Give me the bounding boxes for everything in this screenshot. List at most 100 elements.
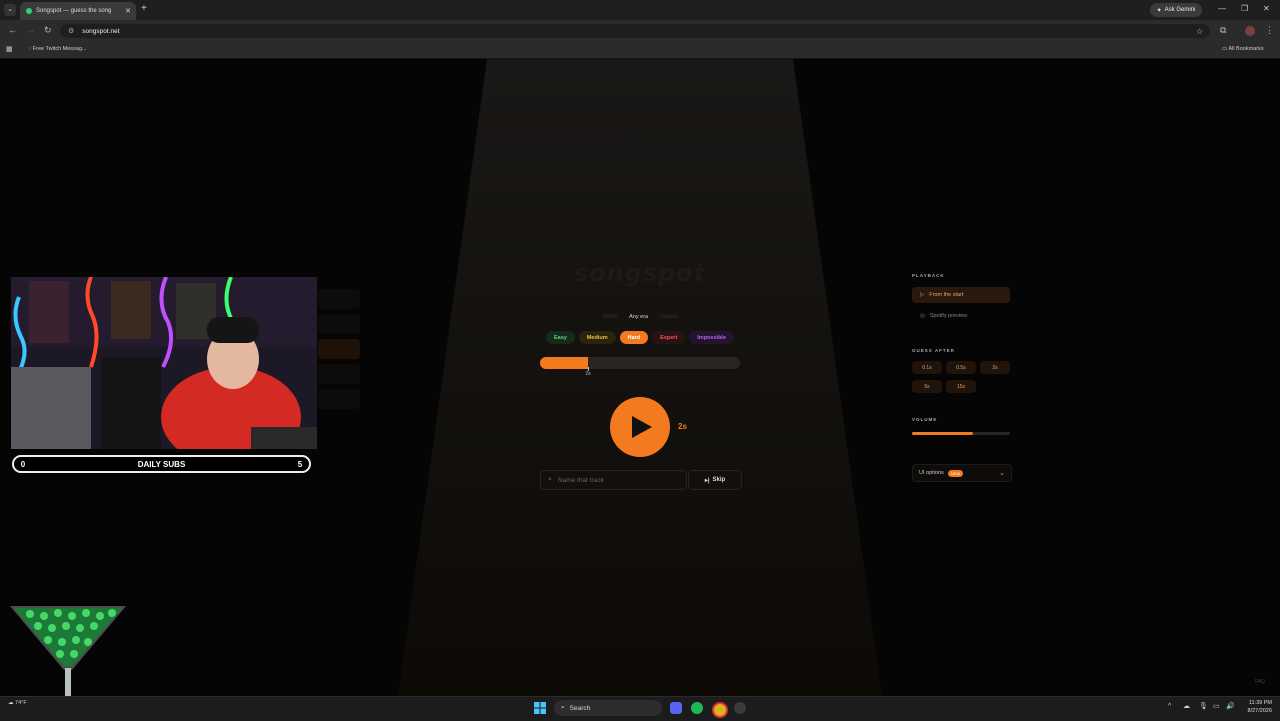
taskbar-search-label: Search (569, 704, 591, 712)
weather-temp: 74°F (15, 700, 27, 706)
faq-link[interactable]: FAQ (1255, 679, 1265, 685)
onedrive-icon[interactable]: ☁ (1183, 702, 1190, 710)
guess-after-option[interactable]: 2s (980, 361, 1010, 374)
era-option[interactable]: Any era (629, 314, 648, 320)
ask-gemini-button[interactable]: ✦ Ask Gemini (1150, 3, 1202, 17)
spotify-icon: ◎ (920, 313, 925, 319)
search-icon: ⌕ (561, 704, 565, 711)
left-panel-item (318, 289, 360, 309)
volume-fill (912, 432, 973, 435)
snippet-progress-bar (540, 357, 740, 369)
snippet-progress-fill (540, 357, 588, 369)
search-icon: ⌕ (548, 476, 552, 483)
webcam-feed (11, 277, 317, 449)
back-icon[interactable]: ← (8, 25, 17, 35)
forward-icon[interactable]: → (26, 25, 35, 35)
network-icon[interactable]: ▭ (1213, 702, 1220, 710)
volume-icon[interactable]: 🔊 (1226, 702, 1235, 710)
era-option[interactable]: Classic (660, 314, 678, 320)
left-panel-item (318, 314, 360, 334)
difficulty-easy-button[interactable]: Easy (545, 331, 575, 344)
play-duration: 2s (678, 422, 687, 431)
volume-slider[interactable] (912, 432, 1010, 435)
play-icon (632, 416, 652, 438)
address-bar[interactable]: ⚙ songspot.net ☆ (60, 24, 1210, 38)
tab-close-icon[interactable]: ✕ (125, 7, 131, 15)
spotify-preview-option[interactable]: ◎ Spotify preview (912, 308, 1010, 324)
from-start-option[interactable]: ▷ From the start (912, 287, 1010, 303)
tab-list-button[interactable]: ⌄ (4, 4, 16, 16)
guess-input[interactable] (555, 475, 678, 485)
skip-button[interactable]: ▸| Skip (688, 470, 742, 490)
profile-avatar[interactable] (1245, 26, 1255, 36)
guess-after-option[interactable]: 0.5s (946, 361, 976, 374)
ask-gemini-label: Ask Gemini (1164, 7, 1196, 13)
play-button[interactable] (610, 397, 670, 457)
weather-widget[interactable]: ☁ 74°F (8, 700, 27, 706)
guess-after-option[interactable]: 5s (912, 380, 942, 393)
era-option[interactable]: 2020s (602, 314, 617, 320)
play-small-icon: ▷ (920, 292, 925, 298)
skip-icon: ▸| (704, 477, 710, 484)
difficulty-expert-button[interactable]: Expert (652, 331, 686, 344)
discord-icon[interactable] (670, 702, 682, 714)
subs-goal: 5 (297, 459, 303, 469)
difficulty-hard-button[interactable]: Hard (619, 331, 649, 344)
subs-count: 0 (20, 459, 26, 469)
extensions-icon[interactable]: ⧉ (1220, 25, 1226, 36)
songspot-favicon-icon (26, 8, 32, 14)
ui-options-dropdown[interactable]: UI options NEW ⌄ (912, 464, 1012, 482)
apps-grid-icon[interactable]: ▦ (6, 45, 13, 53)
guess-after-option[interactable]: 0.1s (912, 361, 942, 374)
clock-time: 11:39 PM (1248, 700, 1272, 706)
obs-icon[interactable] (734, 702, 746, 714)
new-badge: NEW (947, 469, 964, 477)
minimize-icon[interactable]: — (1218, 4, 1226, 13)
browser-tab[interactable]: Songspot — guess the song ✕ (20, 2, 136, 20)
chevron-down-icon: ⌄ (999, 470, 1005, 477)
from-start-label: From the start (929, 292, 964, 298)
playback-heading: PLAYBACK (912, 273, 945, 278)
left-panel-item (318, 339, 360, 359)
guess-after-heading: GUESS AFTER (912, 348, 955, 353)
spotify-preview-label: Spotify preview (929, 313, 968, 319)
era-selector: 2020s Any era Classic (540, 314, 740, 320)
close-window-icon[interactable]: ✕ (1263, 4, 1270, 13)
difficulty-medium-button[interactable]: Medium (578, 331, 616, 344)
skip-label: Skip (712, 477, 726, 483)
reload-icon[interactable]: ↻ (44, 25, 52, 36)
browser-tab-strip (0, 0, 1280, 20)
url-text: songspot.net (82, 27, 120, 35)
new-tab-button[interactable]: + (141, 3, 147, 14)
guess-after-option[interactable]: 15s (946, 380, 976, 393)
subs-title: DAILY SUBS (137, 459, 186, 469)
volume-heading: VOLUME (912, 417, 938, 422)
ui-options-label: UI options (919, 470, 944, 476)
bookmark-star-icon[interactable]: ☆ (1196, 27, 1203, 36)
restore-icon[interactable]: ❐ (1241, 4, 1248, 13)
left-panel-item (318, 389, 360, 409)
start-icon[interactable] (534, 701, 546, 714)
tab-title: Songspot — guess the song (36, 8, 112, 14)
daily-subs-bar: 0 DAILY SUBS 5 (12, 455, 311, 473)
weather-icon: ☁ (8, 700, 14, 706)
difficulty-impossible-button[interactable]: Impossible (689, 331, 735, 344)
songspot-logo: songspot (573, 259, 707, 287)
webcam-image (11, 277, 317, 449)
bookmark-free-twitch[interactable]: ◌ Free Twitch Messag... (28, 46, 87, 52)
site-info-icon[interactable]: ⚙ (68, 27, 74, 35)
taskbar-search[interactable]: ⌕ Search (554, 700, 662, 716)
difficulty-selector: Easy Medium Hard Expert Impossible (540, 331, 740, 344)
spotify-taskbar-icon[interactable] (691, 702, 703, 714)
mic-icon[interactable]: 🎙 (1199, 702, 1208, 710)
clock-date: 8/27/2026 (1247, 708, 1272, 714)
chrome-icon[interactable] (712, 702, 728, 718)
all-bookmarks-label: All Bookmarks (1228, 46, 1264, 52)
left-panel-item (318, 364, 360, 384)
all-bookmarks[interactable]: ▭ All Bookmarks (1222, 46, 1264, 52)
tray-chevron-icon[interactable]: ^ (1168, 703, 1171, 710)
guess-field[interactable]: ⌕ (540, 470, 687, 490)
menu-icon[interactable]: ⋮ (1265, 25, 1274, 36)
progress-marker-label: 2s (585, 371, 591, 377)
taskbar-clock[interactable]: 11:39 PM 8/27/2026 (1240, 699, 1272, 715)
